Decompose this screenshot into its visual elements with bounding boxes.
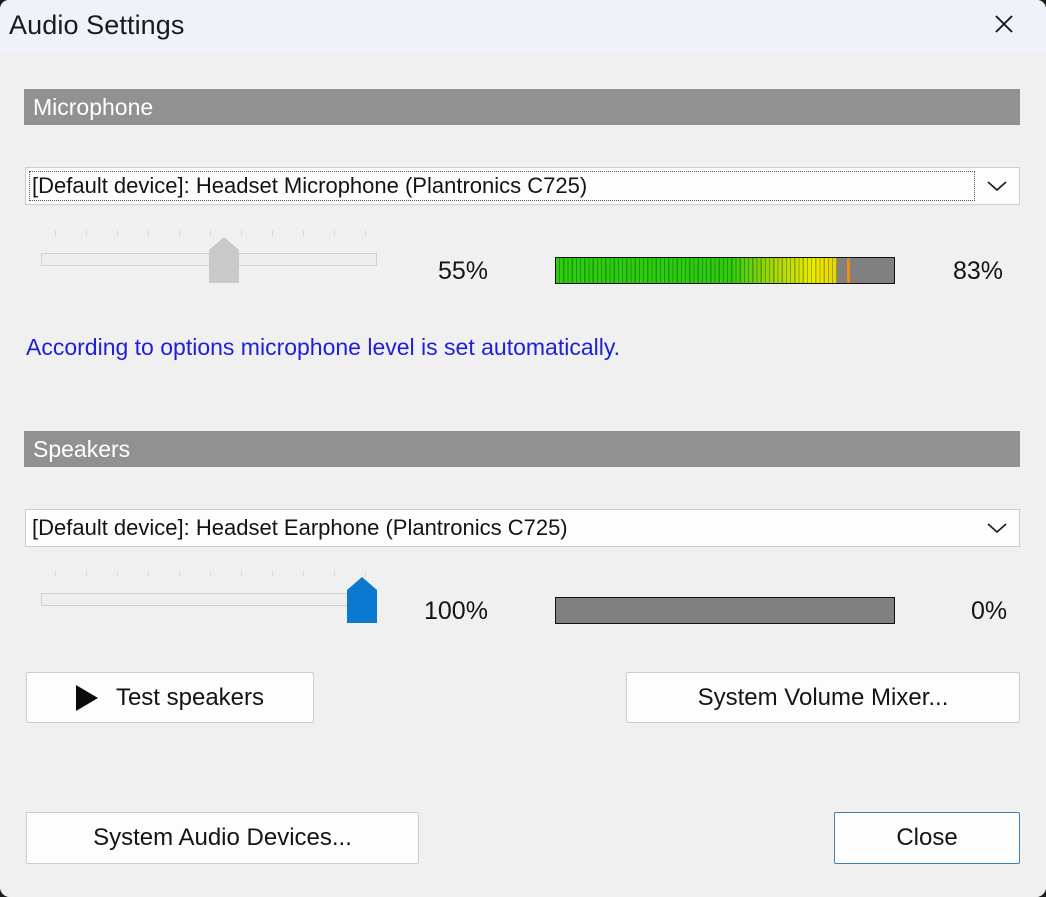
chevron-down-icon[interactable] bbox=[975, 510, 1019, 546]
slider-tick bbox=[272, 230, 273, 237]
chevron-down-icon[interactable] bbox=[975, 168, 1019, 204]
slider-tick bbox=[334, 570, 335, 577]
microphone-auto-level-note: According to options microphone level is… bbox=[26, 334, 621, 360]
speakers-section-header: Speakers bbox=[24, 431, 1020, 467]
title-bar: Audio Settings bbox=[0, 0, 1046, 52]
test-speakers-label: Test speakers bbox=[115, 683, 265, 711]
slider-tick bbox=[117, 570, 118, 577]
microphone-level-value: 83% bbox=[953, 257, 1004, 285]
slider-tick bbox=[241, 570, 242, 577]
microphone-volume-value: 55% bbox=[438, 257, 489, 285]
slider-tick bbox=[272, 570, 273, 577]
slider-tick bbox=[179, 570, 180, 577]
speakers-volume-slider[interactable] bbox=[41, 568, 377, 624]
audio-settings-dialog: Audio Settings Microphone [Default devic… bbox=[0, 0, 1046, 897]
microphone-device-select[interactable]: [Default device]: Headset Microphone (Pl… bbox=[25, 167, 1020, 205]
system-audio-devices-label: System Audio Devices... bbox=[93, 824, 352, 851]
slider-ticks bbox=[41, 568, 377, 578]
slider-tick bbox=[117, 230, 118, 237]
system-audio-devices-button[interactable]: System Audio Devices... bbox=[26, 812, 419, 864]
slider-tick bbox=[365, 570, 366, 577]
speakers-level-value: 0% bbox=[971, 597, 1008, 625]
meter-peak-marker bbox=[847, 258, 850, 283]
slider-tick bbox=[55, 570, 56, 577]
speakers-device-label: [Default device]: Headset Earphone (Plan… bbox=[32, 515, 568, 540]
speakers-device-select[interactable]: [Default device]: Headset Earphone (Plan… bbox=[25, 509, 1020, 547]
slider-tick bbox=[55, 230, 56, 237]
slider-track[interactable] bbox=[41, 593, 377, 606]
slider-tick bbox=[86, 570, 87, 577]
microphone-volume-slider[interactable] bbox=[41, 228, 377, 284]
test-speakers-button[interactable]: Test speakers bbox=[26, 672, 314, 723]
slider-tick bbox=[179, 230, 180, 237]
window-title: Audio Settings bbox=[9, 10, 185, 40]
slider-tick bbox=[86, 230, 87, 237]
system-volume-mixer-button[interactable]: System Volume Mixer... bbox=[626, 672, 1020, 723]
system-volume-mixer-label: System Volume Mixer... bbox=[697, 683, 949, 711]
play-icon bbox=[75, 684, 98, 711]
slider-tick bbox=[210, 230, 211, 237]
microphone-level-meter bbox=[555, 257, 895, 284]
microphone-section-header: Microphone bbox=[24, 89, 1020, 125]
slider-tick bbox=[148, 230, 149, 237]
dialog-body: Microphone [Default device]: Headset Mic… bbox=[0, 52, 1046, 897]
microphone-device-label: [Default device]: Headset Microphone (Pl… bbox=[32, 173, 588, 198]
slider-tick bbox=[334, 230, 335, 237]
close-icon[interactable] bbox=[975, 0, 1033, 48]
slider-tick bbox=[241, 230, 242, 237]
slider-thumb[interactable] bbox=[209, 237, 240, 283]
slider-tick bbox=[303, 570, 304, 577]
speakers-volume-value: 100% bbox=[424, 597, 488, 625]
close-button-label: Close bbox=[896, 824, 958, 851]
slider-thumb[interactable] bbox=[347, 577, 377, 623]
close-button[interactable]: Close bbox=[834, 812, 1020, 864]
speakers-level-meter bbox=[555, 597, 895, 624]
slider-tick bbox=[210, 570, 211, 577]
slider-tick bbox=[148, 570, 149, 577]
slider-tick bbox=[303, 230, 304, 237]
meter-stripes bbox=[556, 258, 837, 283]
slider-tick bbox=[365, 230, 366, 237]
